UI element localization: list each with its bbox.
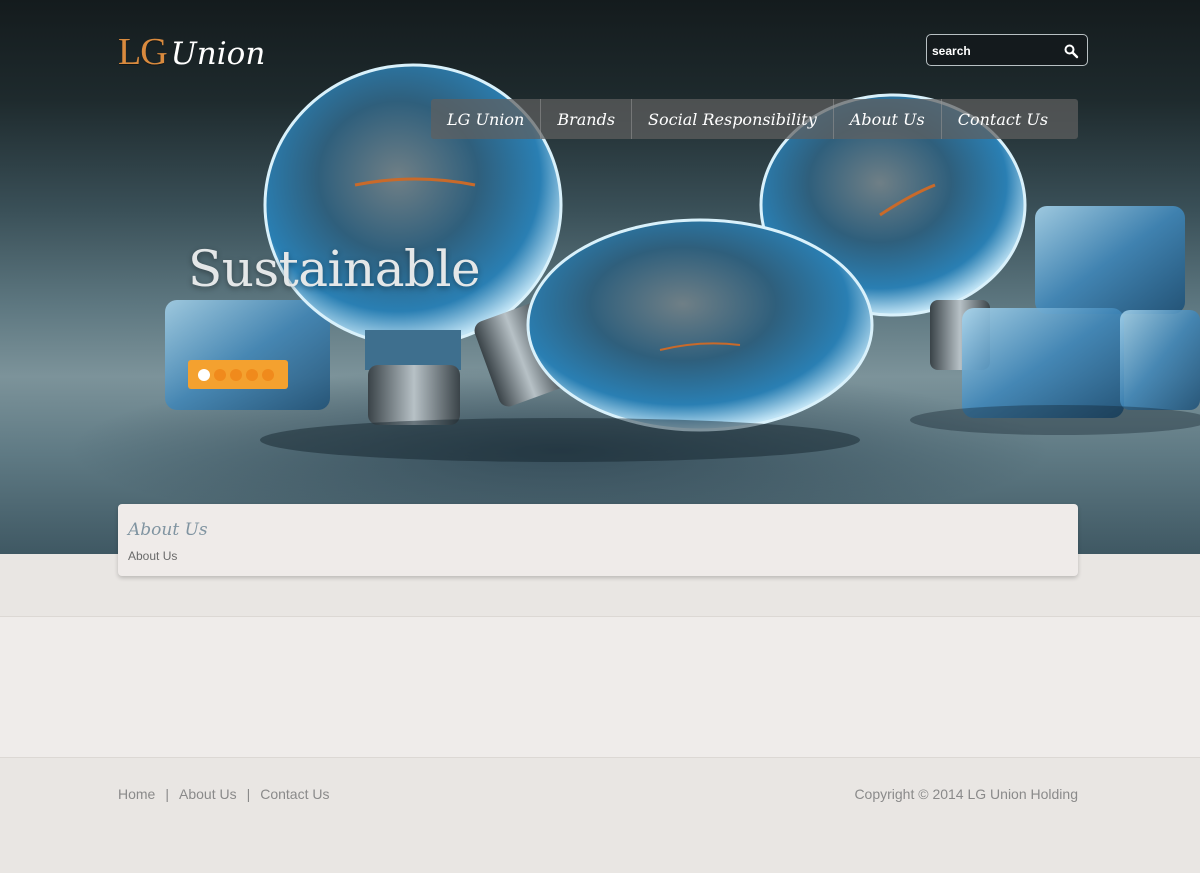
nav-item-brands[interactable]: Brands	[540, 99, 631, 139]
logo-text: Union	[170, 36, 266, 72]
slider-dot-4[interactable]	[246, 368, 258, 381]
hero-title: Sustainable	[188, 240, 481, 298]
nav-item-social-responsibility[interactable]: Social Responsibility	[631, 99, 833, 139]
search-input[interactable]	[932, 41, 1057, 61]
slider-dot-2[interactable]	[214, 368, 226, 381]
content-area	[0, 617, 1200, 757]
divider	[0, 757, 1200, 758]
logo-mark: LG	[118, 31, 168, 73]
breadcrumb[interactable]: About Us	[128, 549, 177, 563]
nav-item-contact-us[interactable]: Contact Us	[940, 99, 1064, 139]
main-nav: LG Union Brands Social Responsibility Ab…	[431, 99, 1078, 139]
search-icon[interactable]	[1063, 43, 1079, 59]
footer-link-contact-us[interactable]: Contact Us	[260, 786, 329, 802]
copyright-text: Copyright © 2014 LG Union Holding	[854, 786, 1078, 802]
slider-dot-1[interactable]	[198, 368, 210, 381]
nav-item-about-us[interactable]: About Us	[832, 99, 941, 139]
footer-separator: |	[246, 786, 251, 802]
site-logo[interactable]: LG Union	[118, 30, 266, 73]
search-box	[926, 34, 1088, 66]
hero-banner: LG Union LG Union Brands Social Responsi…	[0, 0, 1200, 554]
nav-item-lg-union[interactable]: LG Union	[431, 99, 540, 139]
slider-pagination	[188, 360, 288, 389]
footer-link-home[interactable]: Home	[118, 786, 155, 802]
slider-dot-5[interactable]	[262, 368, 274, 381]
page-title: About Us	[128, 520, 208, 540]
hero-image-lightbulbs	[165, 63, 1200, 462]
footer-separator: |	[165, 786, 169, 802]
slider-dot-3[interactable]	[230, 368, 242, 381]
footer-nav: Home | About Us | Contact Us	[118, 786, 329, 802]
about-panel: About Us About Us	[118, 504, 1078, 576]
footer-link-about-us[interactable]: About Us	[179, 786, 237, 802]
